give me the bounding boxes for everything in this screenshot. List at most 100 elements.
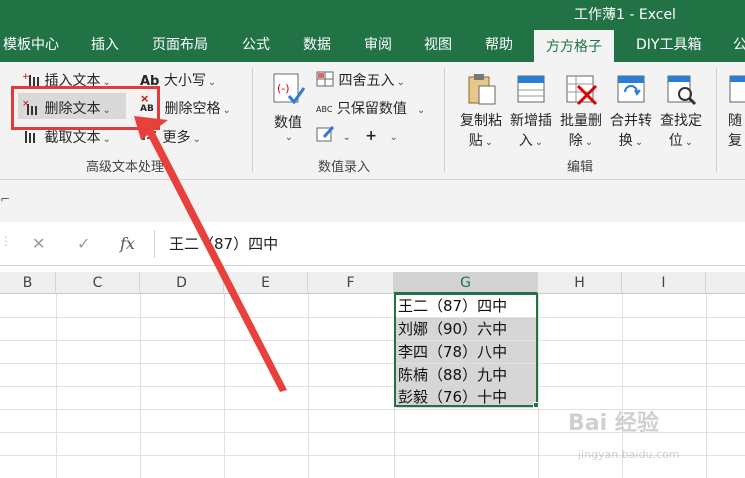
edit-icon: [316, 125, 336, 147]
round-button[interactable]: 四舍五入 ⌄: [316, 70, 405, 91]
plus-icon[interactable]: +: [365, 128, 377, 144]
title-bar: 工作薄1 - Excel: [0, 0, 745, 28]
copy-paste-label-2: 贴 ⌄: [468, 133, 494, 149]
confirm-icon[interactable]: ✓: [77, 234, 90, 253]
column-header[interactable]: E: [224, 272, 308, 294]
value-icon: (-): [271, 72, 306, 110]
tab-view[interactable]: 视图: [424, 28, 452, 62]
tab-page-layout[interactable]: 页面布局: [152, 28, 208, 62]
find-locate-label-1: 查找定: [660, 113, 702, 129]
chevron-down-icon: ⌄: [416, 105, 426, 116]
ribbon-tabs: 模板中心 插入 页面布局 公式 数据 审阅 视图 帮助 方方格子 DIY工具箱 …: [0, 28, 745, 62]
find-icon: [665, 72, 697, 110]
merge-convert-button[interactable]: 合并转 换 ⌄: [608, 72, 654, 150]
name-box-strip: ⌐: [0, 180, 745, 222]
tab-formulas[interactable]: 公式: [242, 28, 270, 62]
clipboard-icon: [465, 72, 497, 110]
column-header[interactable]: I: [622, 272, 706, 294]
more-icon: [140, 129, 158, 147]
tab-insert[interactable]: 插入: [91, 28, 119, 62]
more-button[interactable]: 更多 ⌄: [140, 127, 201, 147]
insert-rows-icon: [515, 72, 547, 110]
tab-diy-toolbox[interactable]: DIY工具箱: [636, 28, 701, 62]
chevron-down-icon: ⌄: [222, 105, 231, 116]
copy-paste-label-1: 复制粘: [460, 113, 502, 129]
tab-fangfanggezi[interactable]: 方方格子: [534, 28, 614, 62]
find-locate-label-2: 位 ⌄: [668, 133, 694, 149]
cut-text-label: 截取文本: [44, 130, 101, 146]
chevron-down-icon: ⌄: [207, 77, 217, 88]
partial-button[interactable]: 随 复: [728, 72, 745, 150]
chevron-down-icon: ⌄: [102, 134, 111, 145]
tab-help[interactable]: 帮助: [485, 28, 513, 62]
baidu-watermark: Bai 经验: [568, 411, 659, 436]
svg-text:+: +: [22, 72, 30, 82]
round-icon: [316, 71, 334, 91]
batch-delete-label-2: 除 ⌄: [568, 133, 594, 149]
chevron-down-icon: ⌄: [192, 134, 201, 145]
tab-review[interactable]: 审阅: [364, 28, 392, 62]
cut-text-icon: [22, 128, 40, 148]
value-label: 数值: [274, 115, 302, 131]
batch-delete-label-1: 批量删: [560, 113, 602, 129]
formula-input[interactable]: 王二（87）四中: [154, 230, 745, 258]
column-header[interactable]: H: [538, 272, 622, 294]
batch-delete-button[interactable]: 批量删 除 ⌄: [558, 72, 604, 150]
column-headers: B C D E F G H I: [0, 272, 745, 294]
selection-border: [394, 293, 538, 407]
partial-label-1: 随: [728, 113, 742, 129]
delete-space-label: 删除空格: [164, 101, 221, 117]
window-title: 工作薄1 - Excel: [574, 7, 676, 23]
chevron-down-icon: ⌄: [284, 132, 294, 143]
highlight-box: [11, 86, 160, 130]
column-header[interactable]: D: [140, 272, 224, 294]
column-header[interactable]: F: [308, 272, 394, 294]
group-separator: [444, 68, 445, 172]
find-locate-button[interactable]: 查找定 位 ⌄: [658, 72, 704, 150]
add-insert-label-2: 入 ⌄: [518, 133, 544, 149]
abc-icon: ABC: [316, 104, 333, 114]
svg-text:(-): (-): [277, 82, 290, 95]
keep-number-button[interactable]: ABC 只保留数值 ⌄: [316, 98, 425, 118]
strip-edge-glyph: ⌐: [0, 192, 11, 206]
more-label: 更多: [162, 130, 191, 146]
chevron-down-icon: ⌄: [389, 132, 398, 143]
grid-line: [0, 386, 745, 387]
copy-paste-button[interactable]: 复制粘 贴 ⌄: [458, 72, 504, 150]
partial-label-2: 复: [728, 133, 742, 149]
tab-more[interactable]: 公: [733, 28, 745, 62]
chevron-down-icon: ⌄: [396, 77, 405, 88]
merge-icon: [615, 72, 647, 110]
round-label: 四舍五入: [338, 73, 395, 89]
cancel-icon[interactable]: ✕: [32, 234, 45, 253]
fill-handle[interactable]: [533, 402, 539, 408]
group-separator: [252, 68, 253, 172]
tab-template-center[interactable]: 模板中心: [3, 28, 59, 62]
cut-text-button[interactable]: 截取文本 ⌄: [22, 127, 111, 148]
column-header-selected[interactable]: G: [394, 272, 538, 294]
keep-number-label: 只保留数值: [336, 101, 407, 117]
edit-group-label: 编辑: [567, 160, 594, 175]
add-insert-label-1: 新增插: [510, 113, 552, 129]
case-label: 大小写: [163, 73, 206, 89]
formula-bar-edge: ⋮: [0, 234, 12, 248]
group-separator: [716, 68, 717, 172]
chevron-down-icon: ⌄: [342, 132, 351, 143]
merge-convert-label-2: 换 ⌄: [618, 133, 644, 149]
number-extra-button[interactable]: ⌄ + ⌄: [316, 125, 398, 147]
grid-line: [0, 317, 745, 318]
baidu-watermark-url: jingyan.baidu.com: [578, 448, 680, 461]
column-header[interactable]: C: [56, 272, 140, 294]
number-group-label: 数值录入: [318, 160, 371, 175]
column-header[interactable]: B: [0, 272, 56, 294]
merge-convert-label-1: 合并转: [610, 113, 652, 129]
grid-line: [0, 363, 745, 364]
value-button[interactable]: (-) 数值 ⌄: [268, 72, 308, 143]
formula-bar: ⋮ ✕ ✓ fx 王二（87）四中: [0, 222, 745, 266]
add-insert-button[interactable]: 新增插 入 ⌄: [508, 72, 554, 150]
grid-line: [0, 340, 745, 341]
partial-icon: [728, 72, 745, 110]
batch-delete-icon: [564, 72, 598, 110]
tab-data[interactable]: 数据: [303, 28, 331, 62]
fx-icon[interactable]: fx: [120, 234, 135, 253]
